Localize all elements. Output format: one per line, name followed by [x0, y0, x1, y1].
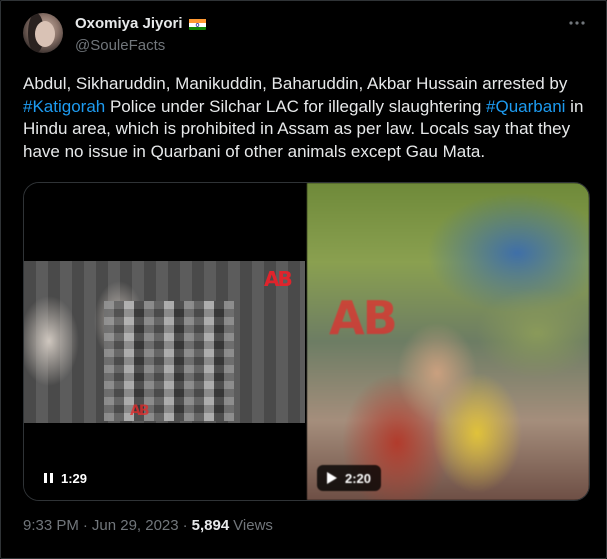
india-flag-icon [188, 18, 206, 30]
tweet-meta: 9:33 PM · Jun 29, 2023 · 5,894 Views [23, 517, 273, 534]
meta-separator: · [182, 517, 188, 534]
video-1-frame: AB [24, 261, 305, 423]
author-name-row: Oxomiya Jiyori [75, 15, 206, 32]
video-player-2[interactable]: AB 2:20 [307, 183, 589, 500]
tweet-date[interactable]: Jun 29, 2023 [92, 517, 179, 534]
video-1-inner-watermark: AB [130, 403, 149, 419]
video-2-watermark: AB [329, 291, 398, 345]
tweet-text-part: Abdul, Sikharuddin, Manikuddin, Baharudd… [23, 74, 568, 93]
avatar[interactable] [23, 13, 63, 53]
meta-separator: · [82, 517, 88, 534]
hashtag-quarbani[interactable]: #Quarbani [486, 97, 565, 116]
pause-icon[interactable] [44, 473, 53, 483]
more-options-icon[interactable] [567, 15, 587, 31]
video-2-duration: 2:20 [345, 470, 372, 486]
author-handle[interactable]: @SouleFacts [75, 37, 165, 54]
video-player-1[interactable]: AB AB 1:29 [24, 183, 305, 500]
blurred-mosaic-region [104, 301, 234, 421]
author-display-name[interactable]: Oxomiya Jiyori [75, 15, 183, 32]
tweet-text-part: Police under Silchar LAC for illegally s… [105, 96, 487, 116]
tweet-card[interactable]: Oxomiya Jiyori @SouleFacts Abdul, Sikhar… [0, 0, 607, 559]
tweet-text: Abdul, Sikharuddin, Manikuddin, Baharudd… [23, 73, 595, 163]
views-label: Views [233, 517, 273, 534]
play-icon[interactable] [327, 472, 337, 484]
views-count[interactable]: 5,894 [192, 517, 230, 534]
video-1-duration: 1:29 [61, 470, 88, 486]
media-grid: AB AB 1:29 AB 2:20 [23, 182, 590, 501]
hashtag-katigorah[interactable]: #Katigorah [23, 97, 105, 116]
video-2-duration-badge[interactable]: 2:20 [317, 465, 382, 491]
avatar-face [35, 21, 55, 47]
tweet-time[interactable]: 9:33 PM [23, 517, 79, 534]
video-1-watermark: AB [264, 267, 293, 291]
video-1-duration-badge[interactable]: 1:29 [34, 465, 98, 491]
